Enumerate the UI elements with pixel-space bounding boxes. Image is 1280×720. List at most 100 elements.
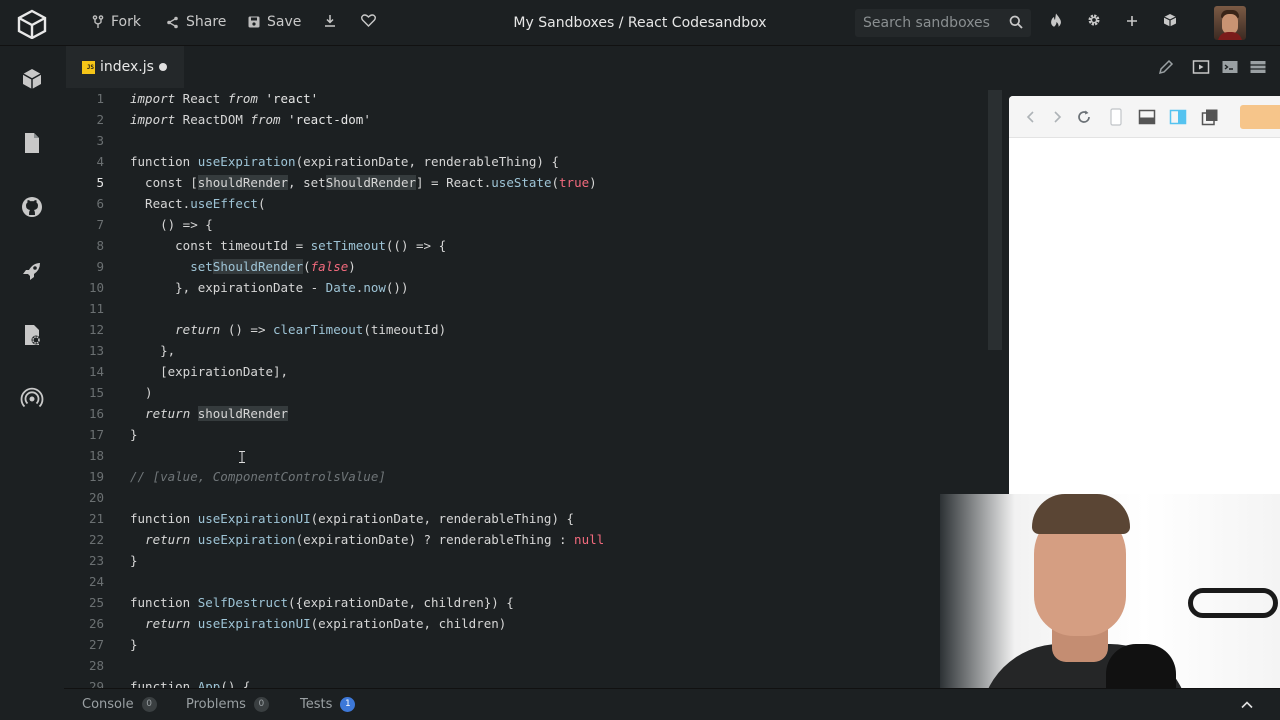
line-number: 3: [96, 133, 104, 148]
save-button[interactable]: Save: [248, 14, 301, 30]
code-text: return () => clearTimeout(timeoutId): [175, 322, 447, 337]
fork-button[interactable]: Fork: [92, 14, 141, 30]
code-text: }: [130, 553, 138, 568]
plus-icon: [1127, 16, 1137, 26]
layout-icon[interactable]: [1249, 58, 1267, 76]
save-label: Save: [267, 14, 302, 30]
sandbox-title-text[interactable]: My Sandboxes / React Codesandbox: [513, 15, 766, 31]
new-sandbox-button[interactable]: [1122, 13, 1142, 33]
line-number: 6: [96, 196, 104, 211]
project-info-icon[interactable]: [20, 67, 44, 91]
share-button[interactable]: Share: [166, 14, 226, 30]
code-line: 8 const timeoutId = setTimeout(() => {: [64, 235, 988, 256]
prettify-pencil-icon[interactable]: [1157, 58, 1175, 76]
line-number: 25: [88, 595, 104, 610]
code-text: ): [130, 385, 153, 400]
code-text: const timeoutId = setTimeout(() => {: [130, 238, 447, 253]
flame-icon: [1051, 13, 1061, 27]
browser-nav-bar: [1009, 96, 1280, 138]
console-panel-icon[interactable]: [1138, 108, 1156, 126]
back-icon[interactable]: [1022, 108, 1040, 126]
code-line: 20: [64, 487, 988, 508]
line-number: 21: [88, 511, 104, 526]
trending-button[interactable]: [1046, 13, 1066, 33]
code-line: 19 // [value, ComponentControlsValue]: [64, 466, 988, 487]
code-text: function useExpirationUI(expirationDate,…: [130, 511, 575, 526]
open-new-window-icon[interactable]: [1201, 108, 1219, 126]
refresh-icon[interactable]: [1075, 108, 1093, 126]
tests-label: Tests: [300, 697, 333, 712]
line-number: 1: [96, 91, 104, 106]
code-line: 28: [64, 655, 988, 676]
problems-count-badge: 0: [253, 697, 269, 712]
line-number: 14: [88, 364, 104, 379]
download-button[interactable]: [320, 13, 340, 33]
code-line: 27}: [64, 634, 988, 655]
github-icon[interactable]: [20, 195, 44, 219]
search-input[interactable]: [863, 14, 1003, 32]
save-icon: [248, 16, 260, 28]
code-line: 10 }, expirationDate - Date.now()): [64, 277, 988, 298]
code-line: 15 ): [64, 382, 988, 403]
code-line: 7 () => {: [64, 214, 988, 235]
url-bar[interactable]: [1240, 105, 1280, 129]
code-text: React.useEffect(: [130, 196, 266, 211]
dashboard-button[interactable]: [1160, 13, 1180, 33]
fork-label: Fork: [111, 14, 141, 30]
webcam-overlay: [940, 494, 1280, 720]
share-label: Share: [186, 14, 227, 30]
line-number: 29: [88, 679, 104, 688]
line-number: 18: [88, 448, 104, 463]
code-line: 3: [64, 130, 988, 151]
avatar[interactable]: [1214, 6, 1246, 40]
line-number: 27: [88, 637, 104, 652]
share-icon: [167, 16, 178, 28]
live-session-icon[interactable]: [20, 387, 44, 411]
search-box[interactable]: [855, 9, 1031, 37]
line-number: 8: [96, 238, 104, 253]
code-editor[interactable]: 1 import React from 'react' 2 import React…: [64, 88, 988, 688]
line-number: 24: [88, 574, 104, 589]
tab-tests[interactable]: Tests 1: [300, 697, 356, 712]
code-line-current: 5 const [shouldRender, setShouldRender] …: [64, 172, 988, 193]
js-file-icon: JS: [82, 61, 95, 74]
tab-problems[interactable]: Problems 0: [186, 697, 269, 712]
webcam-person-hair: [1032, 494, 1130, 534]
code-text: setShouldRender(false): [130, 259, 356, 274]
deploy-rocket-icon[interactable]: [20, 259, 44, 283]
console-label: Console: [82, 697, 134, 712]
code-comment: // [value, ComponentControlsValue]: [130, 469, 386, 484]
line-number: 4: [96, 154, 104, 169]
code-line: 1 import React from 'react': [64, 88, 988, 109]
browser-preview-icon[interactable]: [1192, 58, 1210, 76]
settings-button[interactable]: [1084, 13, 1104, 33]
line-number: 23: [88, 553, 104, 568]
code-text: const [shouldRender, setShouldRender] = …: [130, 175, 597, 190]
tab-index-js[interactable]: JS index.js: [66, 46, 184, 88]
forward-icon[interactable]: [1048, 108, 1066, 126]
download-icon: [325, 15, 335, 27]
unsaved-indicator[interactable]: [159, 63, 167, 71]
code-text: }, expirationDate - Date.now()): [130, 280, 409, 295]
fork-icon: [92, 15, 104, 28]
device-icon[interactable]: [1107, 108, 1125, 126]
code-line: 18: [64, 445, 988, 466]
editor-scrollbar-thumb[interactable]: [988, 90, 1002, 350]
line-number: 20: [88, 490, 104, 505]
file-explorer-icon[interactable]: [20, 131, 44, 155]
line-number: 28: [88, 658, 104, 673]
side-panel-icon[interactable]: [1169, 108, 1187, 126]
terminal-icon[interactable]: [1221, 58, 1239, 76]
tab-console[interactable]: Console 0: [82, 697, 157, 712]
gear-icon: [1088, 14, 1100, 26]
chevron-up-icon[interactable]: [1240, 698, 1254, 712]
code-line: 21 function useExpirationUI(expirationDat…: [64, 508, 988, 529]
codesandbox-logo-icon[interactable]: [16, 9, 48, 39]
config-files-icon[interactable]: [20, 323, 44, 347]
like-button[interactable]: [358, 13, 378, 33]
code-line: 2 import ReactDOM from 'react-dom': [64, 109, 988, 130]
code-text: () => {: [130, 217, 213, 232]
code-text: },: [130, 343, 176, 358]
line-number: 22: [88, 532, 104, 547]
line-number: 19: [88, 469, 104, 484]
